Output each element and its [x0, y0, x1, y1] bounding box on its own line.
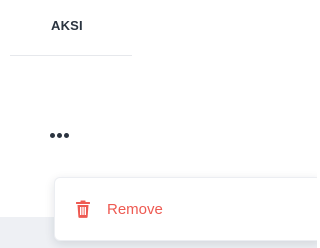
more-horizontal-icon-dot: [57, 132, 62, 138]
table-actions-view: AKSI Remove: [0, 0, 317, 248]
row-actions-more-button[interactable]: [50, 126, 82, 144]
actions-dropdown-menu: Remove: [54, 177, 317, 241]
remove-menu-item[interactable]: Remove: [75, 198, 163, 220]
more-horizontal-icon-dot: [64, 132, 69, 138]
actions-column-header: AKSI: [10, 0, 132, 56]
more-horizontal-icon: [50, 132, 55, 138]
column-header-label: AKSI: [51, 18, 83, 33]
trash-icon: [76, 200, 90, 218]
remove-label: Remove: [107, 200, 163, 218]
